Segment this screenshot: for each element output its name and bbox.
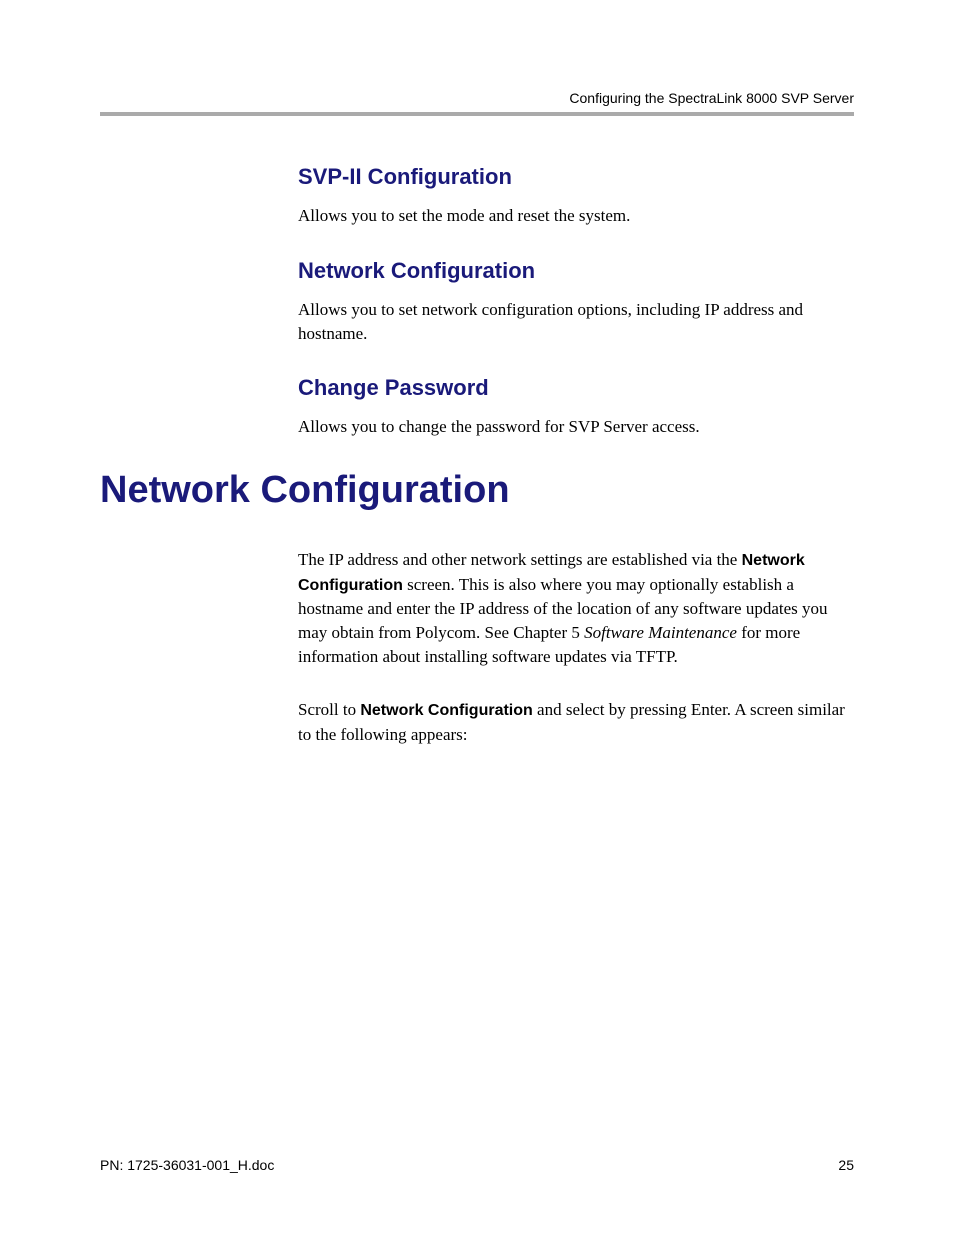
password-subheading: Change Password	[298, 375, 854, 401]
svp-body: Allows you to set the mode and reset the…	[298, 204, 854, 228]
footer-page-number: 25	[838, 1157, 854, 1173]
main-paragraph-1: The IP address and other network setting…	[298, 548, 854, 668]
page-header-title: Configuring the SpectraLink 8000 SVP Ser…	[100, 90, 854, 106]
para2-part1: Scroll to	[298, 700, 360, 719]
para1-part1: The IP address and other network setting…	[298, 550, 742, 569]
para2-bold1: Network Configuration	[360, 702, 532, 719]
header-rule	[100, 112, 854, 116]
main-heading: Network Configuration	[100, 469, 854, 512]
svp-subheading: SVP-II Configuration	[298, 164, 854, 190]
password-body: Allows you to change the password for SV…	[298, 415, 854, 439]
para1-italic1: Software Maintenance	[584, 623, 737, 642]
footer-left: PN: 1725-36031-001_H.doc	[100, 1157, 274, 1173]
main-paragraph-2: Scroll to Network Configuration and sele…	[298, 698, 854, 746]
network-body: Allows you to set network configuration …	[298, 298, 854, 346]
page-footer: PN: 1725-36031-001_H.doc 25	[100, 1157, 854, 1173]
network-subheading: Network Configuration	[298, 258, 854, 284]
